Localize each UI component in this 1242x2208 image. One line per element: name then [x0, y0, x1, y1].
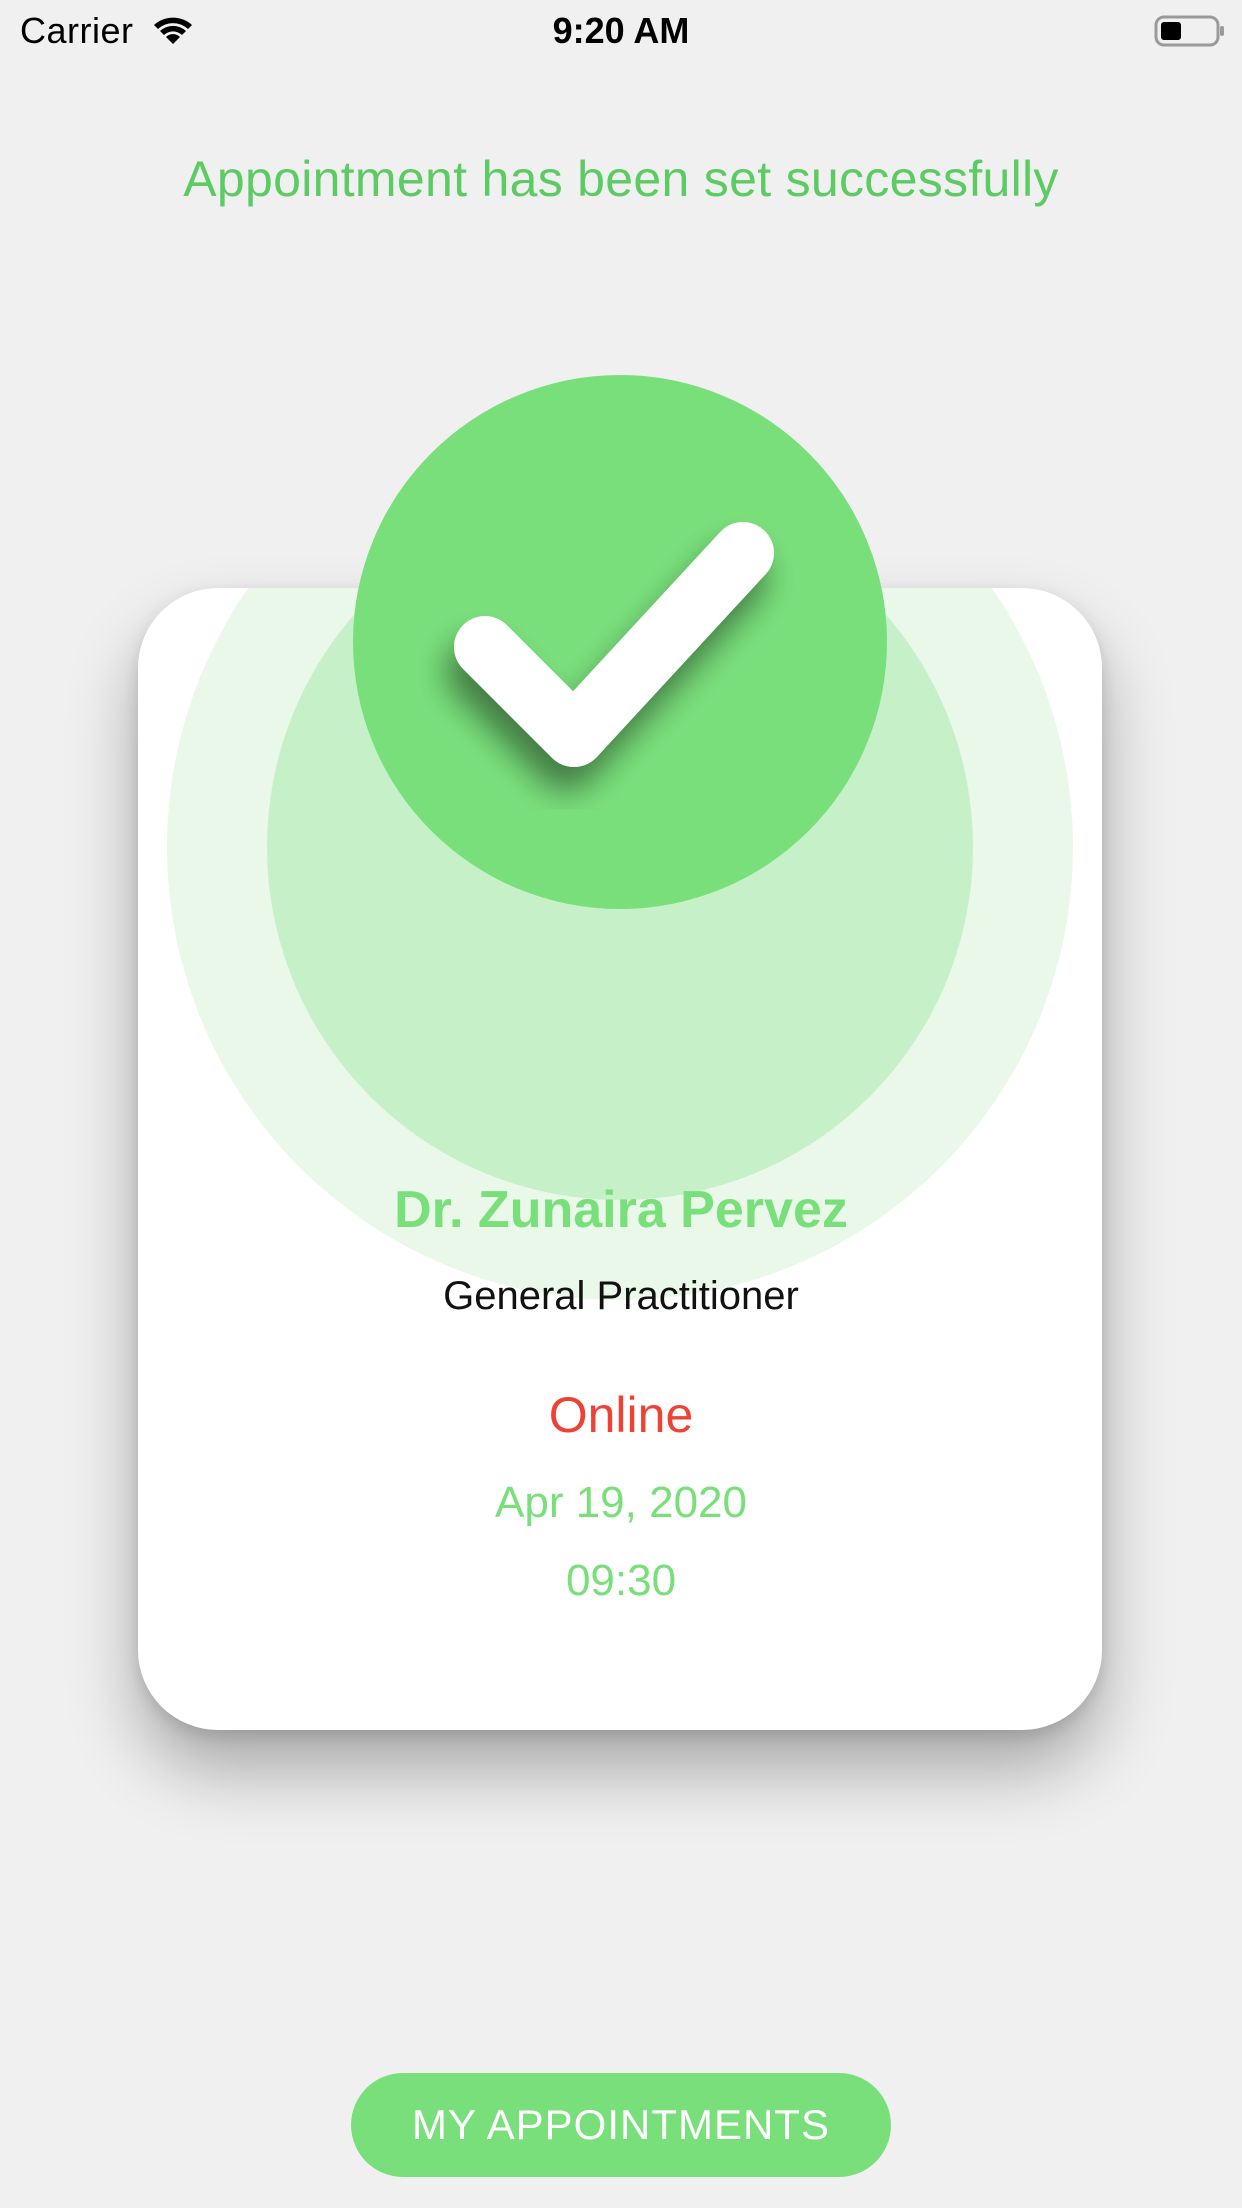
appointment-date: Apr 19, 2020	[495, 1478, 747, 1527]
battery-icon	[1154, 14, 1226, 48]
success-message: Appointment has been set successfully	[183, 151, 1059, 207]
success-badge	[353, 375, 887, 909]
doctor-speciality: General Practitioner	[443, 1274, 799, 1318]
appointment-time: 09:30	[565, 1556, 677, 1605]
appointment-success-screen: Carrier 9:20 AM Appointment has been set…	[0, 0, 1242, 2208]
appointment-mode: Online	[548, 1387, 694, 1443]
my-appointments-button[interactable]: MY APPOINTMENTS	[351, 2073, 891, 2177]
clock: 9:20 AM	[552, 10, 690, 51]
doctor-name: Dr. Zunaira Pervez	[394, 1181, 848, 1239]
checkmark-icon	[454, 522, 774, 767]
status-bar: Carrier 9:20 AM	[0, 0, 1242, 62]
